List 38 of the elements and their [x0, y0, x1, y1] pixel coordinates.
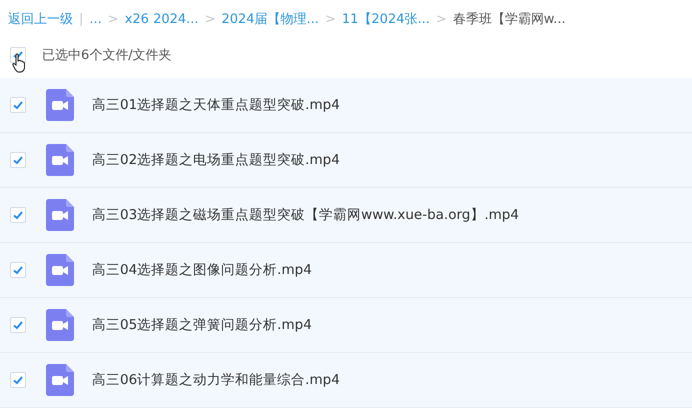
file-row[interactable]: 高三02选择题之电场重点题型突破.mp4 [0, 133, 692, 188]
check-icon [12, 264, 24, 276]
video-file-icon [46, 144, 74, 176]
video-file-icon [46, 199, 74, 231]
file-row[interactable]: 高三01选择题之天体重点题型突破.mp4 [0, 78, 692, 133]
checkbox[interactable] [10, 317, 26, 333]
check-icon [12, 374, 24, 386]
video-file-icon [46, 254, 74, 286]
file-name: 高三02选择题之电场重点题型突破.mp4 [92, 151, 340, 169]
check-icon [12, 99, 24, 111]
breadcrumb-separator: > [108, 12, 119, 26]
file-row[interactable]: 高三06计算题之动力学和能量综合.mp4 [0, 353, 692, 408]
check-icon [12, 154, 24, 166]
breadcrumb-separator: | [79, 12, 84, 26]
breadcrumb-separator: > [436, 12, 447, 26]
file-name: 高三06计算题之动力学和能量综合.mp4 [92, 371, 340, 389]
file-name: 高三01选择题之天体重点题型突破.mp4 [92, 96, 340, 114]
selection-count: 已选中6个文件/文件夹 [42, 47, 172, 64]
breadcrumb-current: 春季班【学霸网w... [452, 11, 566, 28]
file-row[interactable]: 高三03选择题之磁场重点题型突破【学霸网www.xue-ba.org】.mp4 [0, 188, 692, 243]
checkbox[interactable] [10, 97, 26, 113]
breadcrumb-separator: > [204, 12, 216, 26]
checkbox[interactable] [10, 372, 26, 388]
video-file-icon [46, 309, 74, 341]
file-name: 高三05选择题之弹簧问题分析.mp4 [92, 316, 312, 334]
breadcrumb-separator: > [324, 12, 336, 26]
check-icon [12, 209, 24, 221]
checkbox[interactable] [10, 262, 26, 278]
video-file-icon [46, 89, 74, 121]
file-name: 高三04选择题之图像问题分析.mp4 [92, 261, 312, 279]
checkbox[interactable] [10, 207, 26, 223]
checkbox[interactable] [10, 152, 26, 168]
file-row[interactable]: 高三05选择题之弹簧问题分析.mp4 [0, 298, 692, 353]
file-name: 高三03选择题之磁场重点题型突破【学霸网www.xue-ba.org】.mp4 [92, 206, 519, 224]
video-file-icon [46, 364, 74, 396]
file-row[interactable]: 高三04选择题之图像问题分析.mp4 [0, 243, 692, 298]
check-icon [12, 49, 24, 61]
check-icon [12, 319, 24, 331]
